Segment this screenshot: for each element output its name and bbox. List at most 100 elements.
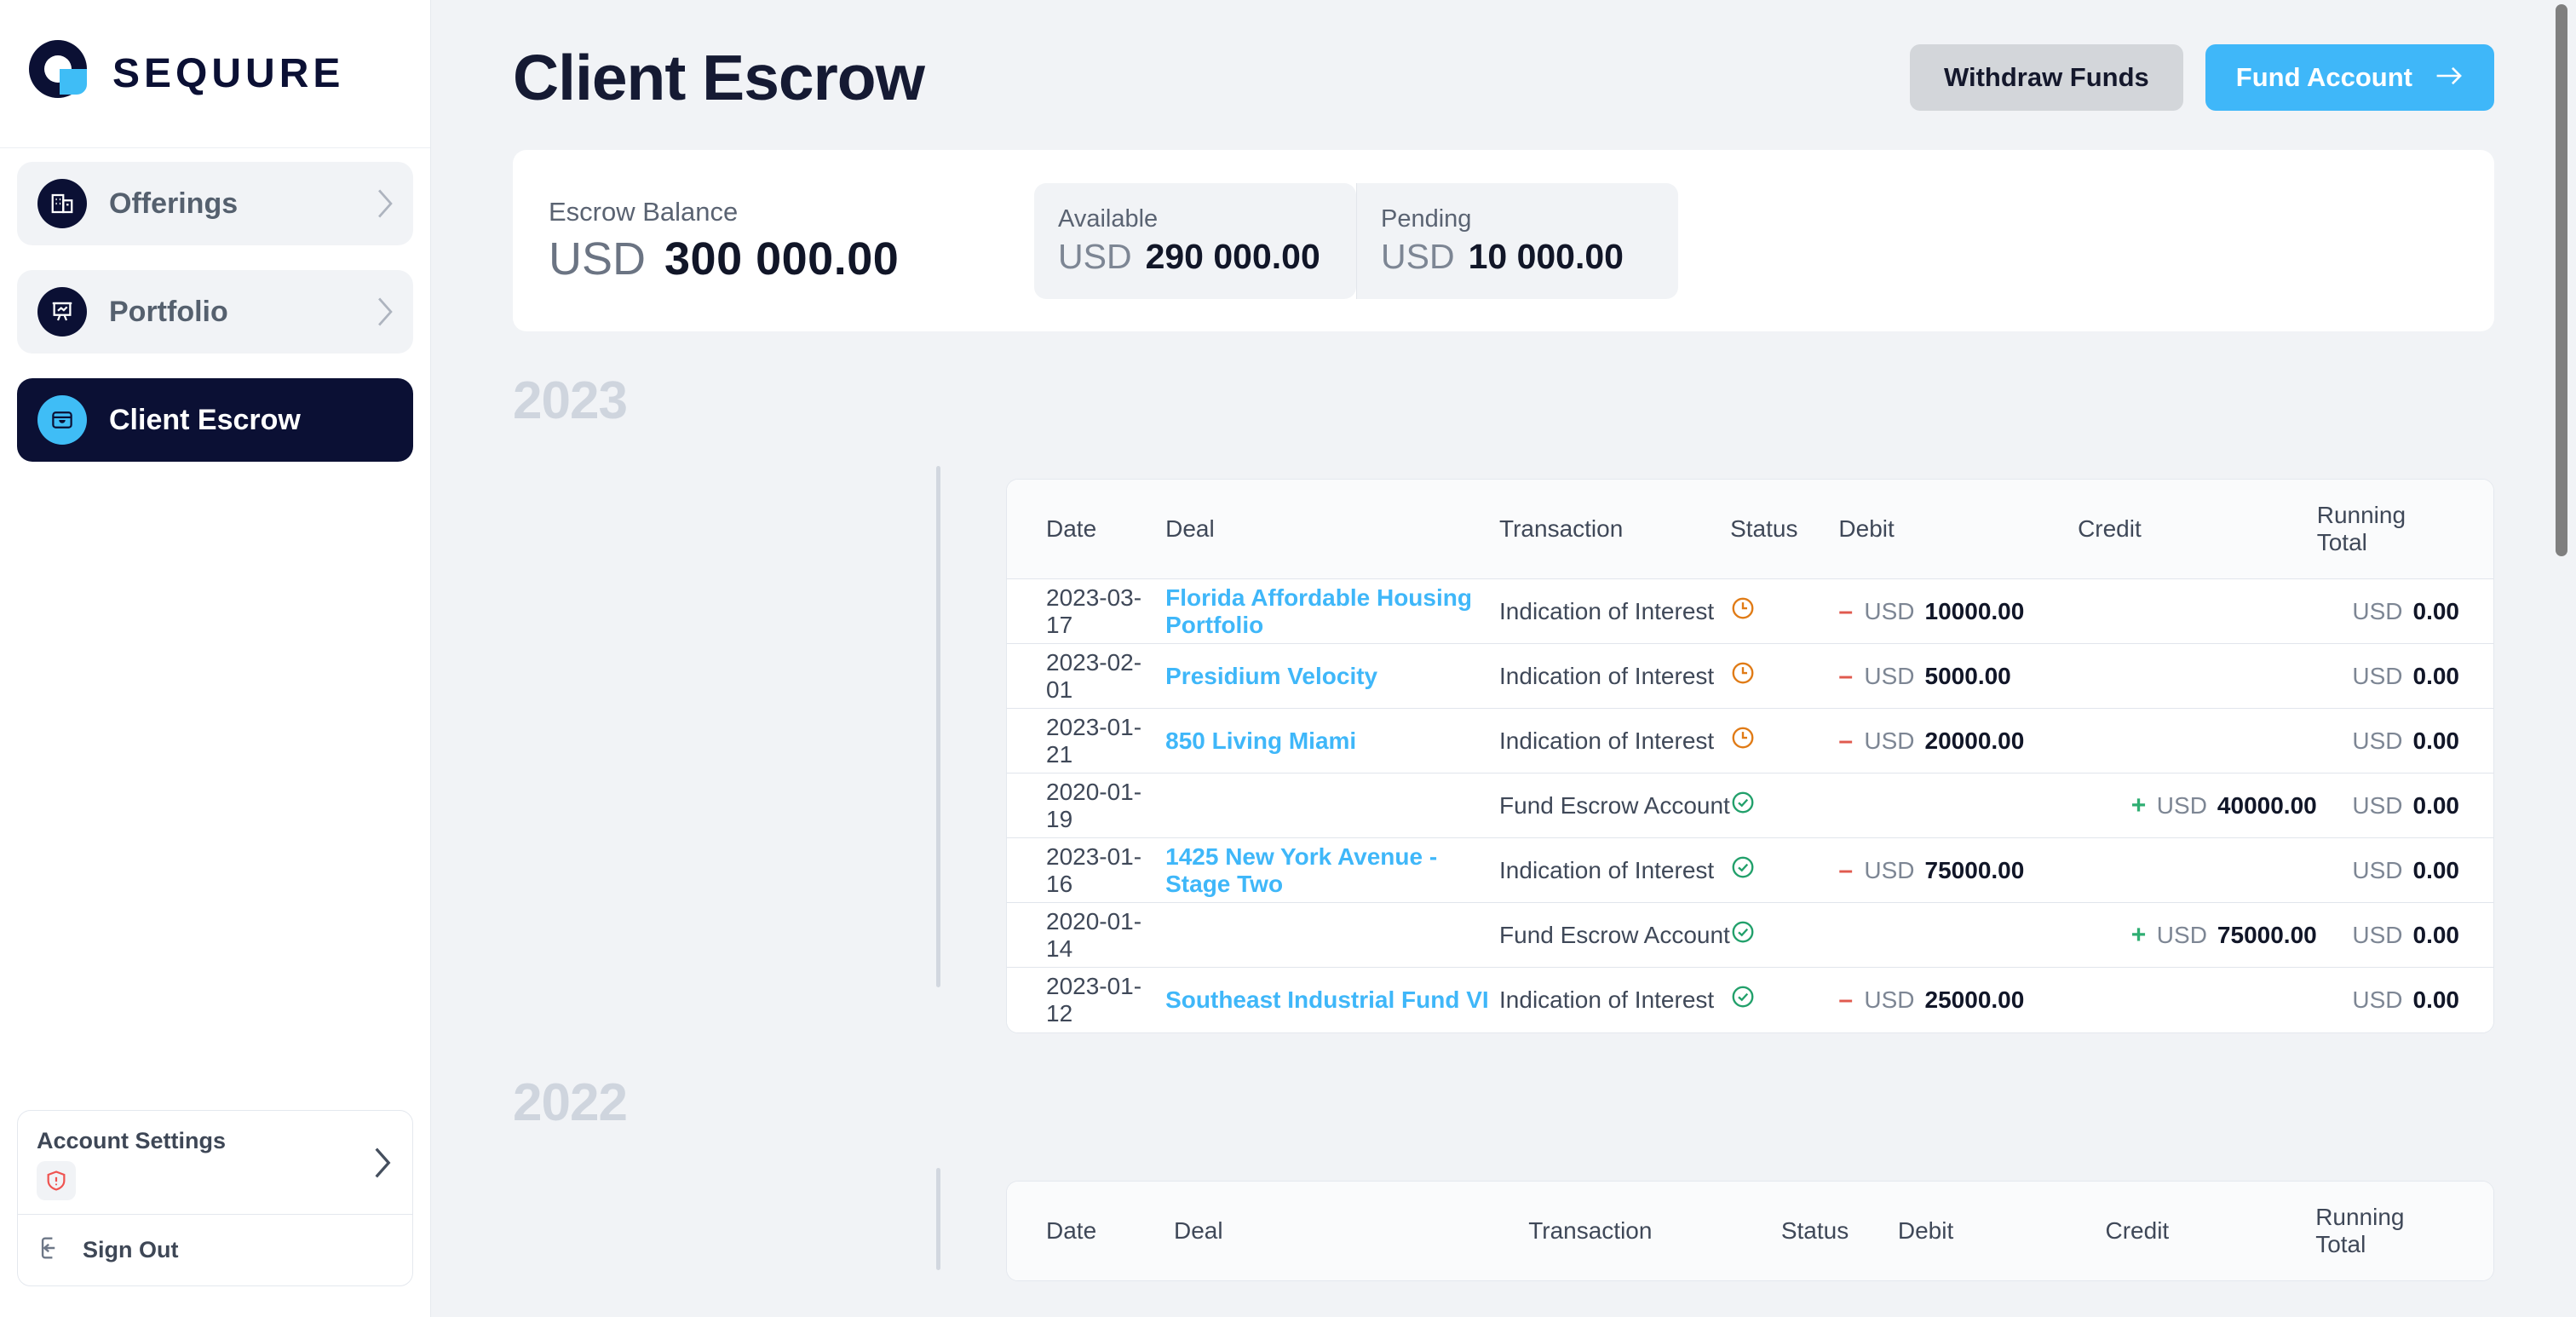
deal-link[interactable]: Florida Affordable Housing Portfolio: [1165, 584, 1472, 638]
vertical-scrollbar[interactable]: [2556, 4, 2567, 556]
cell-date: 2020-01-14: [1046, 907, 1142, 962]
cell-status: [1730, 709, 1838, 774]
cell-date: 2023-01-16: [1046, 843, 1142, 897]
cell-date: 2020-01-19: [1046, 778, 1142, 832]
main-content: Client Escrow Withdraw Funds Fund Accoun…: [431, 0, 2576, 1317]
timeline-line: [936, 466, 940, 987]
year-section: 2022 Date Deal Transaction Status Debit Credit…: [431, 1073, 2576, 1281]
check-circle-icon: [1730, 921, 1756, 950]
cell-credit: + USD 75000.00: [2078, 903, 2317, 968]
cell-status: [1730, 774, 1838, 838]
transactions-table: Date Deal Transaction Status Debit Credit Runn…: [1006, 1180, 2494, 1281]
header-actions: Withdraw Funds Fund Account: [1909, 44, 2494, 111]
column-header[interactable]: Debit: [1838, 480, 2078, 579]
table-row[interactable]: 2023-01-21 850 Living Miami Indication of …: [1007, 708, 2493, 774]
year-section: 2023 Date Deal Transaction Status Debit Credit…: [431, 371, 2576, 1033]
account-settings-row[interactable]: Account Settings: [18, 1111, 412, 1214]
column-header[interactable]: Running Total: [2315, 1182, 2493, 1280]
sidebar-item-label: Portfolio: [109, 295, 228, 328]
column-header[interactable]: Transaction: [1499, 480, 1730, 579]
sidebar-item-label: Client Escrow: [109, 403, 301, 436]
table-row[interactable]: 2020-01-19 Fund Escrow Account + USD 40000.0…: [1007, 773, 2493, 838]
column-header[interactable]: Status: [1781, 1182, 1898, 1280]
sequure-logo-icon: [19, 35, 107, 113]
brand-name: SEQUURE: [112, 51, 345, 96]
fund-account-button[interactable]: Fund Account: [2205, 44, 2494, 111]
withdraw-funds-button[interactable]: Withdraw Funds: [1909, 44, 2183, 111]
check-circle-icon: [1730, 856, 1756, 885]
cell-status: [1730, 644, 1838, 709]
total-amount: 0.00: [2412, 597, 2460, 624]
total-currency: USD: [2352, 727, 2403, 754]
debit-amount: 10000.00: [1924, 597, 2025, 624]
sidebar-item-label: Offerings: [109, 187, 239, 220]
cell-credit: [2078, 968, 2317, 1032]
transactions-table: Date Deal Transaction Status Debit Credit Runn…: [1006, 479, 2494, 1033]
cell-transaction: Fund Escrow Account: [1499, 791, 1730, 819]
cell-running-total: USD 0.00: [2317, 903, 2493, 968]
column-header[interactable]: Status: [1730, 480, 1838, 579]
brand-logo[interactable]: SEQUURE: [0, 0, 430, 148]
column-header[interactable]: Deal: [1165, 480, 1499, 579]
clock-icon: [1730, 727, 1756, 756]
total-currency: USD: [2352, 921, 2403, 948]
cell-transaction: Indication of Interest: [1499, 856, 1715, 883]
minus-sign: –: [1838, 596, 1854, 625]
pending-amount: 10 000.00: [1468, 236, 1624, 276]
sign-out-row[interactable]: Sign Out: [18, 1215, 412, 1285]
available-label: Available: [1058, 204, 1159, 233]
escrow-balance-label: Escrow Balance: [549, 196, 739, 227]
inbox-icon: [37, 395, 87, 445]
table-row[interactable]: 2020-01-14 Fund Escrow Account + USD 75000.0…: [1007, 902, 2493, 968]
debit-currency: USD: [1864, 597, 1915, 624]
cell-credit: [2078, 579, 2317, 644]
table-row[interactable]: 2023-01-16 1425 New York Avenue - Stage T…: [1007, 837, 2493, 903]
table-row[interactable]: 2023-03-17 Florida Affordable Housing Por…: [1007, 578, 2493, 644]
cell-deal[interactable]: Presidium Velocity: [1165, 644, 1499, 709]
table-row[interactable]: 2023-02-01 Presidium Velocity Indication o…: [1007, 643, 2493, 709]
timeline-line: [936, 1167, 940, 1270]
total-currency: USD: [2352, 662, 2403, 689]
column-header[interactable]: Debit: [1898, 1182, 2106, 1280]
cell-deal[interactable]: 850 Living Miami: [1165, 709, 1499, 774]
debit-amount: 20000.00: [1924, 727, 2025, 754]
account-box: Account Settings Sign Out: [17, 1110, 413, 1286]
column-header[interactable]: Running Total: [2317, 480, 2493, 579]
sidebar-item-offerings[interactable]: Offerings: [17, 162, 413, 245]
pending-balance: Pending USD 10 000.00: [1356, 182, 1678, 299]
column-header[interactable]: Date: [1007, 1182, 1174, 1280]
table-row[interactable]: 2023-01-12 Southeast Industrial Fund VI In…: [1007, 967, 2493, 1032]
column-header[interactable]: Credit: [2106, 1182, 2316, 1280]
sidebar-item-client-escrow[interactable]: Client Escrow: [17, 378, 413, 462]
chevron-right-icon: [373, 1146, 392, 1180]
cell-transaction: Fund Escrow Account: [1499, 921, 1730, 948]
account-settings-label: Account Settings: [37, 1128, 227, 1153]
cell-transaction: Indication of Interest: [1499, 662, 1715, 689]
deal-link[interactable]: Presidium Velocity: [1165, 663, 1377, 689]
deal-link[interactable]: Southeast Industrial Fund VI: [1165, 986, 1489, 1013]
plus-sign: +: [2130, 791, 2147, 820]
check-circle-icon: [1730, 986, 1756, 1015]
column-header[interactable]: Transaction: [1528, 1182, 1781, 1280]
column-header[interactable]: Deal: [1174, 1182, 1528, 1280]
deal-link[interactable]: 1425 New York Avenue - Stage Two: [1165, 843, 1437, 897]
page-header: Client Escrow Withdraw Funds Fund Accoun…: [431, 0, 2576, 114]
cell-deal[interactable]: Southeast Industrial Fund VI: [1165, 968, 1499, 1032]
cell-deal[interactable]: Florida Affordable Housing Portfolio: [1165, 579, 1499, 644]
cell-date: 2023-03-17: [1046, 584, 1142, 638]
available-amount: 290 000.00: [1145, 236, 1320, 276]
total-amount: 0.00: [2412, 727, 2460, 754]
clock-icon: [1730, 662, 1756, 691]
cell-running-total: USD 0.00: [2317, 968, 2493, 1032]
credit-amount: 40000.00: [2217, 791, 2317, 819]
deal-link[interactable]: 850 Living Miami: [1165, 728, 1356, 754]
column-header[interactable]: Date: [1007, 480, 1165, 579]
presentation-chart-icon: [37, 287, 87, 336]
column-header[interactable]: Credit: [2078, 480, 2317, 579]
sidebar-item-portfolio[interactable]: Portfolio: [17, 270, 413, 354]
cell-deal[interactable]: 1425 New York Avenue - Stage Two: [1165, 838, 1499, 903]
sidebar-nav: Offerings Portfolio Client Escrow: [0, 148, 430, 486]
arrow-right-icon: [2435, 62, 2464, 93]
total-amount: 0.00: [2412, 662, 2460, 689]
cell-status: [1730, 903, 1838, 968]
